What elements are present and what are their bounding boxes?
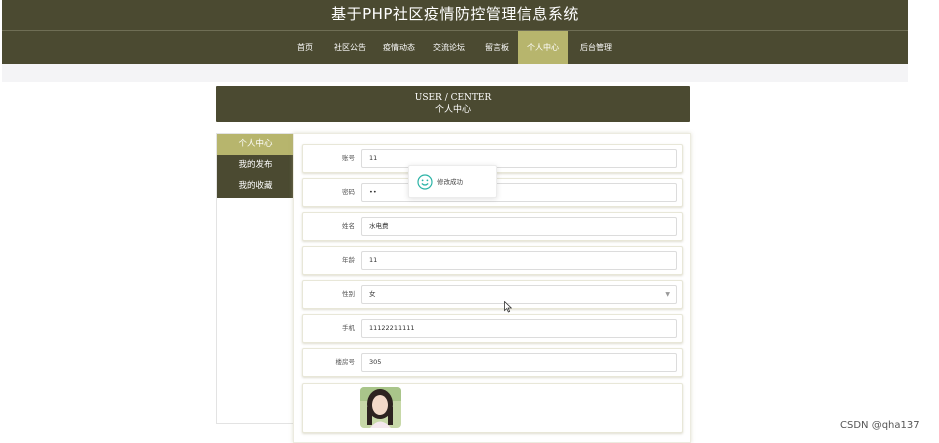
form-row-building: 楼房号 305: [302, 348, 683, 377]
phone-input[interactable]: 11122211111: [361, 319, 677, 338]
building-input[interactable]: 305: [361, 353, 677, 372]
gender-label: 性别: [342, 290, 355, 298]
nav-item-epidemic-news[interactable]: 疫情动态: [378, 31, 420, 64]
name-input[interactable]: 水电费: [361, 217, 677, 236]
name-label: 姓名: [342, 222, 355, 230]
nav-spacer-band: [2, 64, 908, 82]
age-input[interactable]: 11: [361, 251, 677, 270]
password-label: 密码: [342, 188, 355, 196]
watermark: CSDN @qha137: [840, 420, 920, 431]
nav-item-announcements[interactable]: 社区公告: [329, 31, 371, 64]
nav-item-user-center[interactable]: 个人中心: [518, 31, 568, 64]
form-row-gender: 性别 女 ▼: [302, 280, 683, 309]
form-row-age: 年龄 11: [302, 246, 683, 275]
sidebar-menu: 个人中心 我的发布 我的收藏: [217, 134, 294, 198]
sidebar-item-my-posts[interactable]: 我的发布: [217, 155, 294, 176]
section-header: USER / CENTER 个人中心: [216, 86, 690, 122]
phone-label: 手机: [342, 324, 355, 332]
site-title: 基于PHP社区疫情防控管理信息系统: [331, 5, 579, 23]
sidebar-item-my-favorites[interactable]: 我的收藏: [217, 176, 294, 197]
section-title-cn: 个人中心: [434, 105, 471, 115]
form-row-name: 姓名 水电费: [302, 212, 683, 241]
nav-item-forum[interactable]: 交流论坛: [428, 31, 470, 64]
form-row-avatar: [302, 383, 683, 433]
smile-icon: [417, 174, 433, 190]
main-nav: 首页 社区公告 疫情动态 交流论坛 留言板 个人中心 后台管理: [2, 30, 908, 64]
sidebar-item-user-center[interactable]: 个人中心: [217, 134, 294, 155]
sidebar: 个人中心 我的发布 我的收藏: [216, 133, 295, 424]
avatar[interactable]: [360, 387, 401, 428]
building-label: 楼房号: [335, 358, 356, 366]
age-label: 年龄: [342, 256, 355, 264]
nav-item-admin[interactable]: 后台管理: [573, 31, 619, 64]
form-row-phone: 手机 11122211111: [302, 314, 683, 343]
nav-item-message-board[interactable]: 留言板: [478, 31, 516, 64]
mouse-cursor-icon: [504, 301, 512, 313]
nav-item-home[interactable]: 首页: [289, 31, 321, 64]
gender-select[interactable]: 女 ▼: [361, 285, 677, 304]
gender-value: 女: [369, 290, 376, 298]
chevron-down-icon: ▼: [665, 291, 670, 298]
section-title-en: USER / CENTER: [414, 93, 492, 103]
account-label: 账号: [342, 154, 355, 162]
success-toast: 修改成功: [408, 165, 497, 198]
site-header: 基于PHP社区疫情防控管理信息系统: [2, 0, 908, 30]
toast-message: 修改成功: [437, 178, 463, 186]
